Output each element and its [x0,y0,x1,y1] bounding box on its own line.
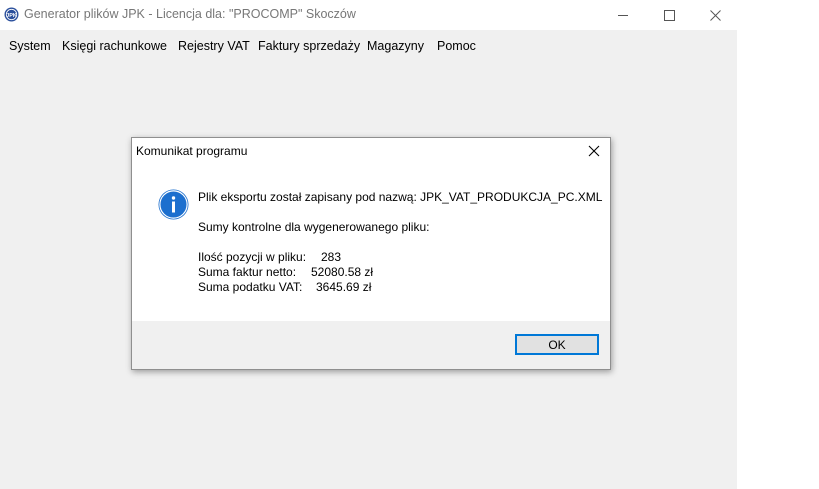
menu-system[interactable]: System [9,39,51,53]
message-dialog: Komunikat programu Plik eksportu został … [131,137,611,370]
stat-label-vat: Suma podatku VAT: [198,280,303,294]
window-title: Generator plików JPK - Licencja dla: "PR… [24,7,356,21]
svg-text:JPK: JPK [6,13,17,19]
export-message: Plik eksportu został zapisany pod nazwą:… [198,190,603,204]
menu-ksiegi-rachunkowe[interactable]: Księgi rachunkowe [62,39,167,53]
stat-label-count: Ilość pozycji w pliku: [198,250,307,264]
title-bar[interactable]: JPK Generator plików JPK - Licencja dla:… [0,0,737,30]
ok-button[interactable]: OK [515,334,599,355]
stat-label-net: Suma faktur netto: [198,265,297,279]
dialog-footer: OK [132,321,610,369]
minimize-button[interactable] [600,0,646,30]
jpk-logo-icon: JPK [4,7,19,22]
minimize-icon [618,15,628,16]
maximize-icon [663,9,675,21]
menu-pomoc[interactable]: Pomoc [437,39,476,53]
menu-magazyny[interactable]: Magazyny [367,39,424,53]
stat-value-count: 283 [321,250,342,264]
dialog-title: Komunikat programu [136,144,248,158]
info-icon [158,189,189,220]
close-icon[interactable] [586,143,602,159]
main-window: JPK Generator plików JPK - Licencja dla:… [0,0,737,489]
checksum-heading: Sumy kontrolne dla wygenerowanego pliku: [198,220,430,234]
stat-value-net: 52080.58 zł [311,265,374,279]
stat-value-vat: 3645.69 zł [316,280,372,294]
maximize-button[interactable] [646,0,692,30]
menu-rejestry-vat[interactable]: Rejestry VAT [178,39,250,53]
menu-faktury-sprzedazy[interactable]: Faktury sprzedaży [258,39,360,53]
menu-bar: System Księgi rachunkowe Rejestry VAT Fa… [0,35,737,57]
close-button[interactable] [692,0,737,30]
close-icon [709,9,721,21]
